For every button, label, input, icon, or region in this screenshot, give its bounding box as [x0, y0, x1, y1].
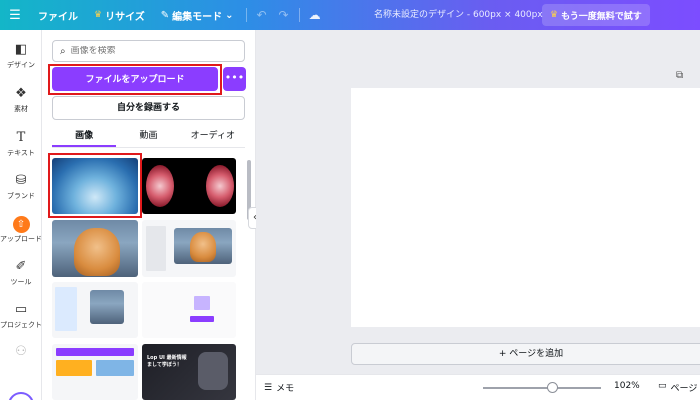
thumb-header-block: [56, 348, 134, 356]
thumb-sidebar-block: [55, 287, 77, 331]
tab-audio[interactable]: オーディオ: [181, 126, 245, 147]
zoom-slider-handle[interactable]: [547, 382, 558, 393]
thumb-cat-preview: [174, 228, 232, 264]
zoom-slider[interactable]: [483, 387, 601, 389]
layout-icon: ◧: [14, 42, 28, 57]
search-box[interactable]: ⌕: [52, 40, 245, 62]
rail-item-tools[interactable]: ✐ ツール: [0, 259, 42, 287]
redo-icon[interactable]: ↷: [273, 0, 295, 30]
resize-label: リサイズ: [105, 11, 145, 23]
rail-label: プロジェクト: [0, 321, 42, 329]
crown-icon: ♛: [94, 10, 103, 20]
pages-label: ページ: [670, 384, 698, 394]
cat-figure: [190, 232, 216, 262]
design-title[interactable]: 名称未設定のデザイン - 600px × 400px: [374, 0, 543, 30]
uploaded-images-grid: Lop UI 最新情報 まして学ぼう！: [42, 153, 255, 400]
flower-heart-shape: [146, 165, 174, 207]
trial-label: もう一度無料で試す: [561, 11, 642, 22]
brand-icon: ⛁: [15, 173, 27, 188]
uploaded-image-screenshot[interactable]: [52, 282, 138, 338]
uploads-panel: ⌕ ファイルをアップロード ••• 自分を録画する 画像 動画 オーディオ: [42, 30, 256, 400]
uploaded-image-flower-heart[interactable]: [142, 158, 236, 214]
left-rail: ◧ デザイン ❖ 素材 T テキスト ⛁ ブランド ⇧ アップロード ✐ ツール…: [0, 30, 42, 400]
notes-label: メモ: [276, 384, 295, 394]
zoom-level[interactable]: 102%: [614, 381, 640, 391]
rail-item-elements[interactable]: ❖ 素材: [0, 86, 42, 114]
tab-images[interactable]: 画像: [52, 126, 117, 147]
thumb-card-block: [56, 360, 92, 376]
uploaded-image-screenshot[interactable]: [142, 220, 236, 277]
thumb-button-block: [190, 316, 214, 322]
rail-label: ブランド: [7, 192, 35, 200]
pages-button[interactable]: ▭ ページ: [658, 381, 697, 394]
divider: [245, 8, 247, 22]
promo-text-line: Lop UI 最新情報: [147, 355, 187, 361]
pen-tool-icon: ✐: [15, 259, 27, 274]
rail-label: デザイン: [7, 61, 35, 69]
bottom-bar: ☰ メモ 102% ▭ ページ: [256, 374, 700, 400]
search-icon: ⌕: [60, 45, 66, 57]
top-bar: ☰ ファイル ♛ リサイズ ✎ 編集モード ⌄ ↶ ↷ ☁ 名称未設定のデザイン - …: [0, 0, 700, 30]
pages-icon: ▭: [658, 381, 667, 391]
file-label: ファイル: [38, 11, 78, 23]
upload-cloud-icon: ⇧: [0, 216, 42, 233]
canvas-area: ⧉ + ページを追加: [256, 30, 700, 400]
flower-heart-shape: [206, 165, 234, 207]
thumb-card-block: [96, 360, 134, 376]
thumb-icon-block: [194, 296, 210, 310]
notes-icon: ☰: [264, 382, 273, 393]
shapes-icon: ❖: [15, 86, 27, 101]
tab-videos[interactable]: 動画: [116, 126, 180, 147]
add-page-button[interactable]: + ページを追加: [351, 343, 700, 365]
rail-label: 素材: [14, 105, 28, 113]
media-tabs: 画像 動画 オーディオ: [52, 126, 245, 148]
promo-text-line: まして学ぼう！: [147, 362, 182, 368]
hamburger-menu-icon[interactable]: ☰: [0, 0, 30, 30]
edit-mode-dropdown[interactable]: ✎ 編集モード ⌄: [153, 0, 242, 30]
undo-icon[interactable]: ↶: [251, 0, 273, 30]
rail-item-apps[interactable]: ⚇: [0, 344, 42, 360]
thumb-sidebar-block: [146, 226, 166, 271]
divider: [298, 8, 300, 22]
notes-button[interactable]: ☰ メモ: [264, 381, 295, 395]
design-page[interactable]: [351, 88, 700, 327]
rail-item-projects[interactable]: ▭ プロジェクト: [0, 302, 42, 330]
uploaded-image-screenshot[interactable]: [142, 282, 236, 338]
rail-item-design[interactable]: ◧ デザイン: [0, 42, 42, 70]
thumb-people-block: [198, 352, 228, 390]
uploaded-image-promo[interactable]: Lop UI 最新情報 まして学ぼう！: [142, 344, 236, 400]
magic-sparkle-icon[interactable]: ✦: [8, 392, 34, 400]
uploaded-image-screenshot[interactable]: [52, 344, 138, 400]
thumb-cat-preview: [90, 290, 124, 324]
promo-text-block: Lop UI 最新情報 まして学ぼう！: [147, 355, 187, 369]
resize-button[interactable]: ♛ リサイズ: [86, 0, 153, 30]
pencil-icon: ✎: [160, 9, 170, 21]
file-menu[interactable]: ファイル: [30, 0, 86, 30]
text-icon: T: [16, 130, 26, 145]
rail-item-text[interactable]: T テキスト: [0, 130, 42, 158]
cat-figure: [74, 228, 120, 276]
rail-item-uploads[interactable]: ⇧ アップロード: [0, 216, 42, 244]
rail-label: アップロード: [0, 235, 42, 243]
uploaded-image-cat[interactable]: [52, 220, 138, 277]
search-input[interactable]: [70, 46, 221, 56]
upload-file-button[interactable]: ファイルをアップロード: [52, 67, 218, 91]
chevron-down-icon: ⌄: [225, 9, 234, 21]
cloud-save-icon[interactable]: ☁: [304, 0, 326, 30]
crown-icon: ♛: [550, 10, 559, 20]
highlight-box: [48, 153, 142, 218]
edit-mode-label: 編集モード: [172, 11, 223, 23]
more-options-button[interactable]: •••: [223, 67, 246, 91]
copy-page-icon[interactable]: ⧉: [676, 70, 683, 81]
rail-label: テキスト: [7, 149, 35, 157]
folder-icon: ▭: [14, 302, 28, 317]
rail-item-brand[interactable]: ⛁ ブランド: [0, 173, 42, 201]
trial-button[interactable]: ♛ もう一度無料で試す: [542, 4, 650, 26]
record-yourself-button[interactable]: 自分を録画する: [52, 96, 245, 120]
apps-icon: ⚇: [15, 344, 27, 359]
rail-label: ツール: [10, 278, 32, 286]
